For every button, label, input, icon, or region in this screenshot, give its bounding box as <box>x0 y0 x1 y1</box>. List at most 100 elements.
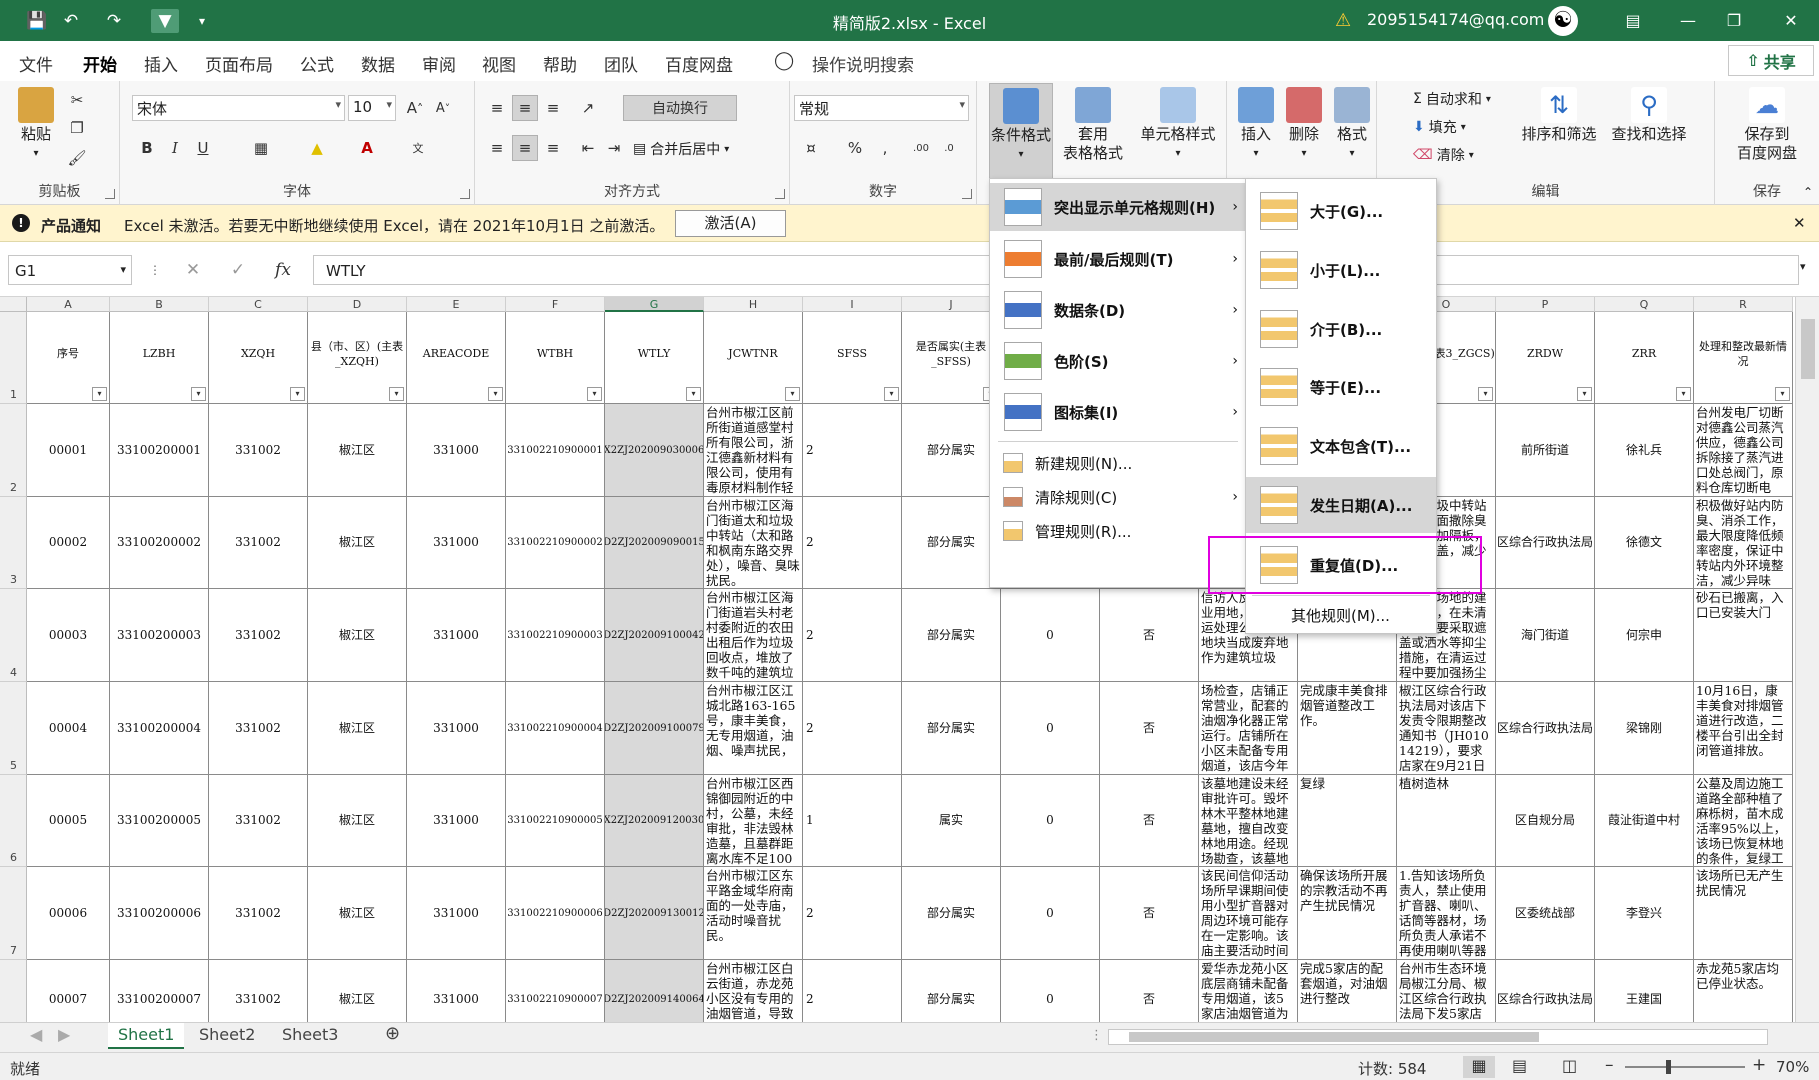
find-select-button[interactable]: ⚲ 查找和选择 <box>1607 87 1691 144</box>
table-cell[interactable]: 部分属实 <box>902 867 1001 960</box>
italic-icon[interactable]: I <box>162 135 188 161</box>
tab-review[interactable]: 审阅 <box>422 51 456 76</box>
sort-filter-button[interactable]: ⇅ 排序和筛选 <box>1519 87 1599 144</box>
close-icon[interactable]: ✕ <box>1768 0 1814 41</box>
table-cell[interactable]: 椒江区 <box>308 775 407 867</box>
vertical-scroll-thumb[interactable] <box>1801 319 1815 379</box>
font-color-icon[interactable]: A <box>354 135 380 161</box>
table-cell[interactable]: 台州市椒江区东平路金域华府南面的一处寺庙，活动时噪音扰民。 <box>704 867 803 960</box>
table-cell[interactable]: 椒江区 <box>308 589 407 682</box>
save-icon[interactable]: 💾 <box>24 9 50 33</box>
table-cell[interactable]: D2ZJ202009100079 <box>605 682 704 775</box>
table-cell[interactable]: 公墓及周边施工道路全部种植了麻栎树，苗木成活率95%以上，该场已恢复林地的条件，… <box>1694 775 1793 867</box>
table-cell[interactable]: 331002 <box>209 497 308 589</box>
page-break-view-icon[interactable]: ◫ <box>1562 1056 1577 1075</box>
paste-button[interactable]: 粘贴 ▾ <box>18 87 54 163</box>
table-cell[interactable]: 331002210900003 <box>506 589 605 682</box>
more-rules-item[interactable]: 其他规则(M)... <box>1246 599 1436 631</box>
header-cell-J[interactable]: 是否属实(主表_SFSS)▾ <box>902 312 1001 404</box>
header-cell-I[interactable]: SFSS ▾ <box>803 312 902 404</box>
table-cell[interactable]: 徐礼兵 <box>1595 404 1694 497</box>
sheet-tab[interactable]: Sheet1 <box>108 1023 185 1049</box>
bold-icon[interactable]: B <box>134 135 160 161</box>
table-cell[interactable]: 该墓地建设未经审批许可。毁坏林木平整林地建墓地，擅自改变林地用途。经现场勘查，该… <box>1199 775 1298 867</box>
table-cell[interactable]: 2 <box>803 497 902 589</box>
cf-menu-action[interactable]: 新建规则(N)... <box>990 447 1246 479</box>
table-cell[interactable]: 331002210900004 <box>506 682 605 775</box>
filter-dropdown-icon[interactable]: ▾ <box>587 387 602 401</box>
cf-menu-item[interactable]: 数据条(D) › <box>990 286 1246 334</box>
cf-menu-item[interactable]: 图标集(I) › <box>990 388 1246 436</box>
table-cell[interactable]: X2ZJ202009030006 <box>605 404 704 497</box>
table-cell[interactable]: 否 <box>1100 960 1199 1022</box>
tab-formulas[interactable]: 公式 <box>300 51 334 76</box>
table-cell[interactable]: 331000 <box>407 404 506 497</box>
row-header[interactable]: 3 <box>0 497 27 589</box>
horizontal-scroll-thumb[interactable] <box>1129 1032 1539 1042</box>
tab-help[interactable]: 帮助 <box>543 51 577 76</box>
conditional-formatting-button[interactable]: 条件格式 ▾ <box>989 83 1053 179</box>
table-cell[interactable]: 椒江区 <box>308 404 407 497</box>
tab-split-handle[interactable]: ⋮ <box>1090 1028 1103 1043</box>
table-cell[interactable]: 10月16日，康丰美食对排烟管道进行改造，二楼平台引出全封闭管道排放。 <box>1694 682 1793 775</box>
header-cell-G[interactable]: WTLY ▾ <box>605 312 704 404</box>
header-cell-P[interactable]: ZRDW ▾ <box>1496 312 1595 404</box>
table-cell[interactable]: D2ZJ202009130012 <box>605 867 704 960</box>
tab-view[interactable]: 视图 <box>482 51 516 76</box>
table-cell[interactable]: 前所街道 <box>1496 404 1595 497</box>
filter-dropdown-icon[interactable]: ▾ <box>1478 387 1493 401</box>
table-cell[interactable]: 何宗申 <box>1595 589 1694 682</box>
table-cell[interactable]: 331002 <box>209 867 308 960</box>
table-cell[interactable]: 33100200007 <box>110 960 209 1022</box>
table-cell[interactable]: 完成5家店的配套烟道，对油烟进行整改 <box>1298 960 1397 1022</box>
table-cell[interactable]: 0 <box>1001 682 1100 775</box>
column-header-E[interactable]: E <box>407 297 506 312</box>
save-to-baidu-button[interactable]: ☁ 保存到 百度网盘 <box>1725 87 1809 163</box>
increase-indent-icon[interactable]: ⇥ <box>601 135 627 161</box>
filter-icon[interactable]: ▼ <box>151 9 179 33</box>
percent-icon[interactable]: % <box>842 135 868 161</box>
table-cell[interactable]: 331000 <box>407 589 506 682</box>
vertical-scrollbar[interactable] <box>1795 297 1819 1022</box>
zoom-out-icon[interactable]: – <box>1605 1055 1614 1075</box>
header-cell-Q[interactable]: ZRR ▾ <box>1595 312 1694 404</box>
header-cell-C[interactable]: XZQH ▾ <box>209 312 308 404</box>
row-header[interactable]: 6 <box>0 775 27 867</box>
autosum-button[interactable]: Σ 自动求和 ▾ <box>1413 89 1491 109</box>
table-cell[interactable]: X2ZJ202009120030 <box>605 775 704 867</box>
table-cell[interactable]: 331000 <box>407 497 506 589</box>
table-cell[interactable]: 331002210900005 <box>506 775 605 867</box>
table-cell[interactable]: 331002 <box>209 960 308 1022</box>
table-cell[interactable]: 椒江区 <box>308 960 407 1022</box>
column-header-C[interactable]: C <box>209 297 308 312</box>
copy-icon[interactable]: ❐ <box>64 115 90 141</box>
highlight-rule-item[interactable]: 发生日期(A)... <box>1246 477 1436 533</box>
underline-icon[interactable]: U <box>190 135 216 161</box>
restore-icon[interactable]: ❐ <box>1711 0 1757 41</box>
align-middle-icon[interactable]: ≡ <box>512 95 538 121</box>
decrease-indent-icon[interactable]: ⇤ <box>575 135 601 161</box>
table-cell[interactable]: 该民间信仰活动场所早课期间使用小型扩音器对周边环境可能存在一定影响。该庙主要活动… <box>1199 867 1298 960</box>
table-cell[interactable]: 台州市椒江区白云街道，赤龙苑小区没有专用的油烟管道，导致1号楼下的餐馆 <box>704 960 803 1022</box>
number-launcher[interactable] <box>962 189 972 199</box>
highlight-rule-item[interactable]: 介于(B)... <box>1246 301 1436 357</box>
redo-icon[interactable]: ↷ <box>101 9 127 33</box>
column-header-G[interactable]: G <box>605 297 704 312</box>
table-cell[interactable]: 台州市椒江区江城北路163-165号，康丰美食，无专用烟道，油烟、噪声扰民， <box>704 682 803 775</box>
increase-font-icon[interactable]: A ˄ <box>402 95 428 121</box>
table-cell[interactable]: 赤龙苑5家店均已停业状态。 <box>1694 960 1793 1022</box>
table-cell[interactable]: 否 <box>1100 682 1199 775</box>
table-cell[interactable]: 完成康丰美食排烟管道整改工作。 <box>1298 682 1397 775</box>
row-header[interactable]: 8 <box>0 960 27 1022</box>
cut-icon[interactable]: ✂ <box>64 87 90 113</box>
table-cell[interactable]: 椒江区 <box>308 682 407 775</box>
align-top-icon[interactable]: ≡ <box>484 95 510 121</box>
align-right-icon[interactable]: ≡ <box>540 135 566 161</box>
customize-quick-access-icon[interactable]: ▾ <box>189 9 215 33</box>
zoom-slider-thumb[interactable] <box>1666 1060 1671 1074</box>
tab-insert[interactable]: 插入 <box>144 51 178 76</box>
header-cell-B[interactable]: LZBH ▾ <box>110 312 209 404</box>
row-header[interactable]: 4 <box>0 589 27 682</box>
column-header-J[interactable]: J <box>902 297 1001 312</box>
table-cell[interactable]: 否 <box>1100 867 1199 960</box>
